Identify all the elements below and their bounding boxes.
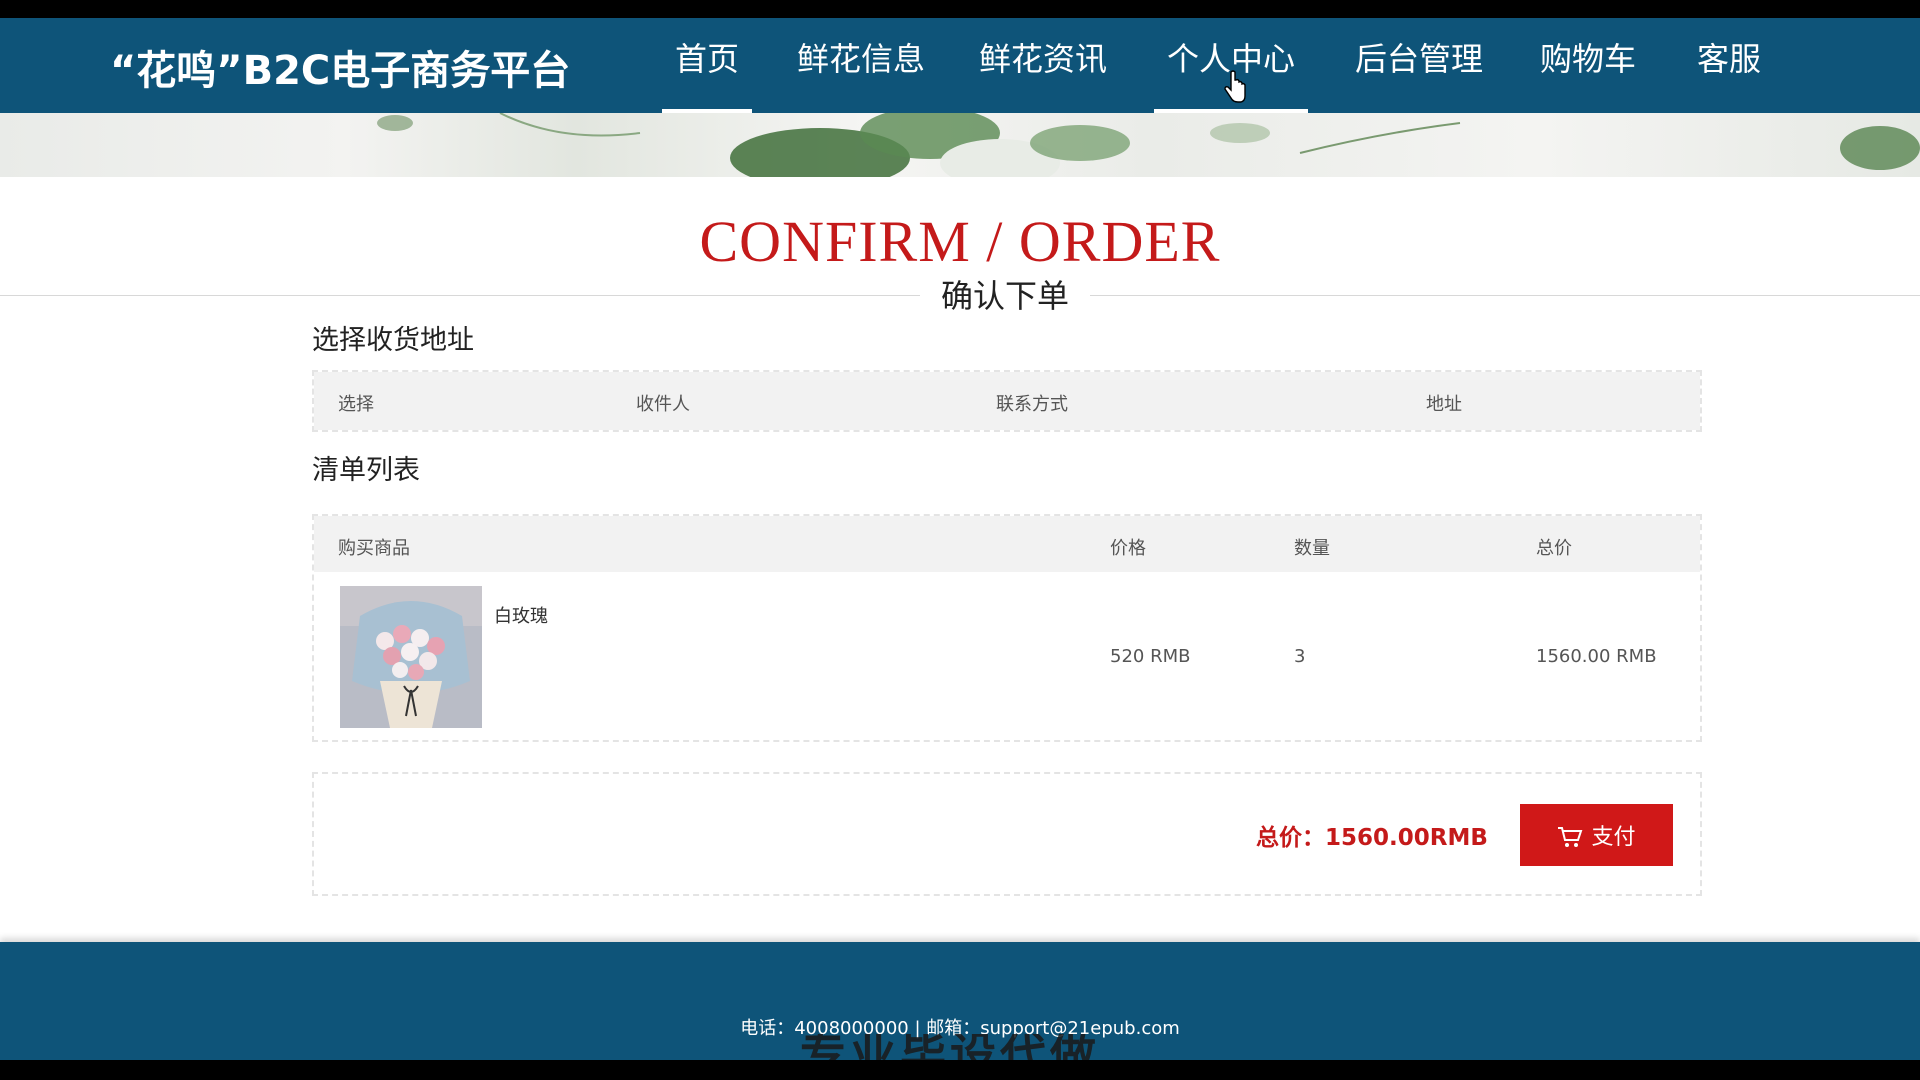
col-recipient: 收件人 [636,394,690,415]
leaf-decoration [377,113,1920,177]
watermark-overlay: 专业毕设代做 [800,1034,1240,1060]
product-name[interactable]: 白玫瑰 [494,602,548,628]
total-label: 总价： [1256,825,1325,851]
col-product: 购买商品 [338,538,410,559]
page-title-cn: 确认下单 [920,274,1090,318]
address-table: 选择 收件人 联系方式 地址 [312,370,1702,432]
order-table: 购买商品 价格 数量 总价 白玫瑰 520 RMB 3 1560.00 RMB [312,514,1702,742]
nav-item-flower-info[interactable]: 鲜花信息 [796,18,926,113]
page-title-en: CONFIRM / ORDER [699,209,1221,274]
banner-image [0,113,1920,177]
total-value: 1560.00RMB [1325,825,1488,851]
flower-bouquet-image [340,586,482,728]
col-select: 选择 [338,394,374,415]
nav-item-flower-news[interactable]: 鲜花资讯 [978,18,1108,113]
address-table-header: 选择 收件人 联系方式 地址 [314,372,1700,430]
nav-item-service[interactable]: 客服 [1694,18,1764,113]
nav-item-cart[interactable]: 购物车 [1538,18,1638,113]
col-address: 地址 [1426,394,1462,415]
nav-item-home[interactable]: 首页 [662,18,752,113]
page: “花鸣”B2C电子商务平台 首页 鲜花信息 鲜花资讯 个人中心 后台管理 购物车… [0,18,1920,1060]
cart-icon [1558,827,1583,847]
col-total: 总价 [1536,538,1572,559]
nav-item-admin[interactable]: 后台管理 [1354,18,1484,113]
product-total: 1560.00 RMB [1536,646,1657,667]
product-price: 520 RMB [1110,646,1191,667]
total-price: 总价：1560.00RMB [1256,818,1488,852]
order-section-title: 清单列表 [312,455,420,486]
product-quantity: 3 [1294,646,1306,667]
brand-title: “花鸣”B2C电子商务平台 [110,48,571,94]
product-thumbnail[interactable] [340,586,482,728]
pay-label: 支付 [1591,825,1636,850]
order-summary [312,772,1702,896]
pay-button[interactable]: 支付 [1520,804,1673,866]
top-header: “花鸣”B2C电子商务平台 首页 鲜花信息 鲜花资讯 个人中心 后台管理 购物车… [0,18,1920,113]
col-quantity: 数量 [1294,538,1330,559]
col-price: 价格 [1110,538,1146,559]
address-section-title: 选择收货地址 [312,325,474,356]
col-contact: 联系方式 [996,394,1068,415]
footer: 电话：4008000000 | 邮箱：support@21epub.com 专业… [0,942,1920,1060]
mouse-pointer-icon [1224,70,1246,103]
order-table-header: 购买商品 价格 数量 总价 [314,516,1700,572]
